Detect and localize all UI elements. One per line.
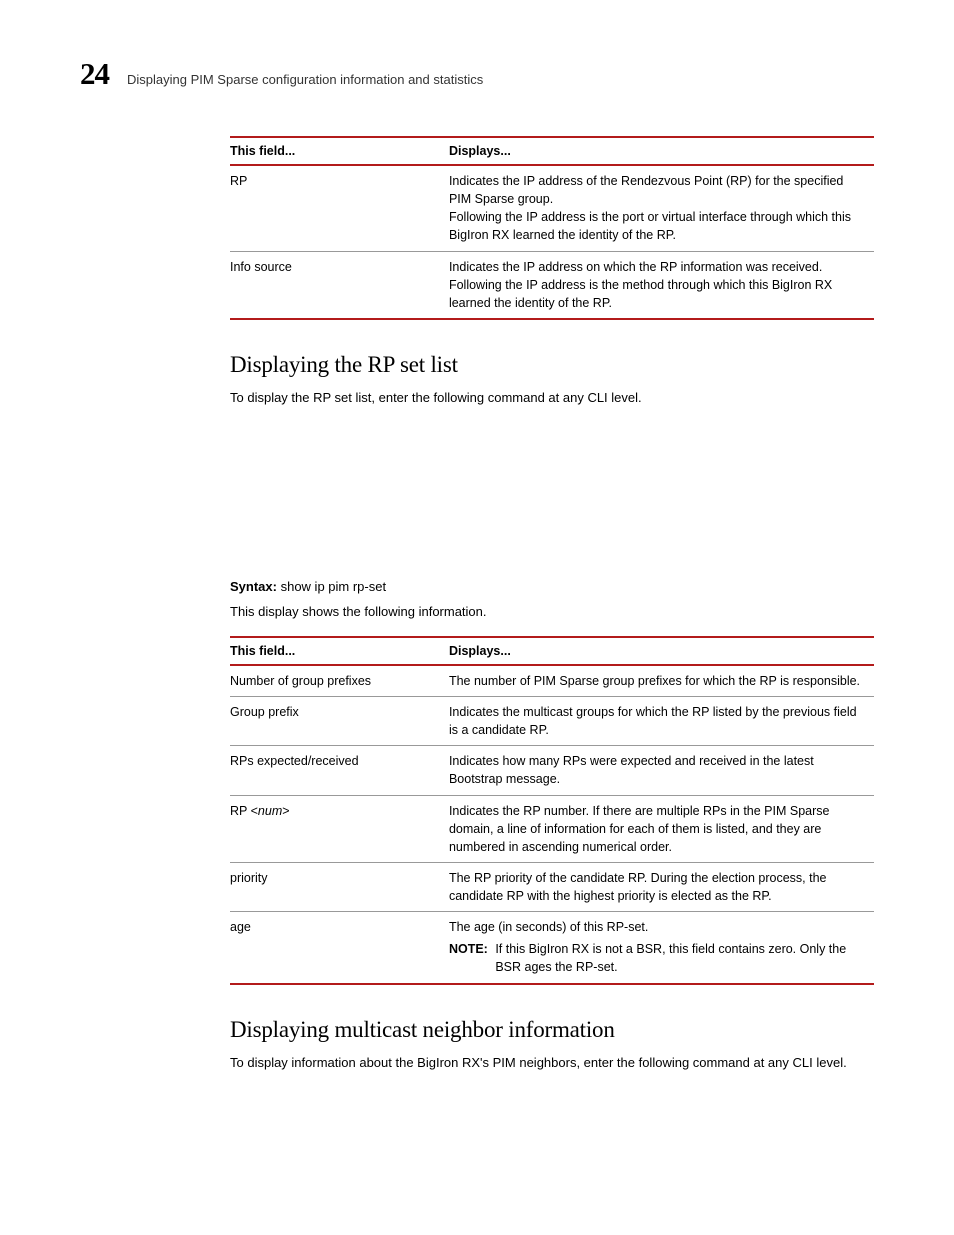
cell-desc: The RP priority of the candidate RP. Dur… bbox=[449, 862, 874, 911]
heading-multicast-neighbor: Displaying multicast neighbor informatio… bbox=[230, 1017, 874, 1043]
cell-field: RP <num> bbox=[230, 795, 449, 862]
cell-desc: The age (in seconds) of this RP-set. NOT… bbox=[449, 912, 874, 984]
cell-field: Info source bbox=[230, 251, 449, 319]
cell-field: Number of group prefixes bbox=[230, 665, 449, 697]
table-row: RPs expected/received Indicates how many… bbox=[230, 746, 874, 795]
table-rp-fields: This field... Displays... RP Indicates t… bbox=[230, 136, 874, 320]
rp-set-leadin: This display shows the following informa… bbox=[230, 602, 874, 622]
cli-example-placeholder bbox=[230, 421, 874, 571]
cell-desc: Indicates how many RPs were expected and… bbox=[449, 746, 874, 795]
table-row: RP Indicates the IP address of the Rende… bbox=[230, 165, 874, 251]
cell-field: priority bbox=[230, 862, 449, 911]
col-header-field: This field... bbox=[230, 637, 449, 665]
col-header-displays: Displays... bbox=[449, 637, 874, 665]
cell-field: RPs expected/received bbox=[230, 746, 449, 795]
syntax-label: Syntax: bbox=[230, 579, 277, 594]
note-label: NOTE: bbox=[449, 942, 488, 956]
table-row: Info source Indicates the IP address on … bbox=[230, 251, 874, 319]
page-header: 24 Displaying PIM Sparse configuration i… bbox=[80, 56, 874, 92]
heading-rp-set-list: Displaying the RP set list bbox=[230, 352, 874, 378]
cell-desc: Indicates the multicast groups for which… bbox=[449, 697, 874, 746]
chapter-number: 24 bbox=[80, 56, 109, 92]
rp-set-intro: To display the RP set list, enter the fo… bbox=[230, 388, 874, 408]
cell-field: age bbox=[230, 912, 449, 984]
note-text: If this BigIron RX is not a BSR, this fi… bbox=[495, 940, 854, 976]
neighbor-intro: To display information about the BigIron… bbox=[230, 1053, 874, 1073]
table-row: Group prefix Indicates the multicast gro… bbox=[230, 697, 874, 746]
table-row: Number of group prefixes The number of P… bbox=[230, 665, 874, 697]
cell-field: Group prefix bbox=[230, 697, 449, 746]
table-row: priority The RP priority of the candidat… bbox=[230, 862, 874, 911]
cell-desc: The number of PIM Sparse group prefixes … bbox=[449, 665, 874, 697]
col-header-displays: Displays... bbox=[449, 137, 874, 165]
cell-desc: Indicates the RP number. If there are mu… bbox=[449, 795, 874, 862]
cell-desc: Indicates the IP address on which the RP… bbox=[449, 251, 874, 319]
cell-desc: Indicates the IP address of the Rendezvo… bbox=[449, 165, 874, 251]
table-row: age The age (in seconds) of this RP-set.… bbox=[230, 912, 874, 984]
table-rp-set-fields: This field... Displays... Number of grou… bbox=[230, 636, 874, 985]
cell-field: RP bbox=[230, 165, 449, 251]
table-row: RP <num> Indicates the RP number. If the… bbox=[230, 795, 874, 862]
syntax-command: show ip pim rp-set bbox=[281, 579, 386, 594]
col-header-field: This field... bbox=[230, 137, 449, 165]
page: 24 Displaying PIM Sparse configuration i… bbox=[0, 0, 954, 1166]
content-area: This field... Displays... RP Indicates t… bbox=[230, 136, 874, 1072]
syntax-line: Syntax: show ip pim rp-set bbox=[230, 579, 874, 594]
chapter-title: Displaying PIM Sparse configuration info… bbox=[127, 72, 483, 87]
